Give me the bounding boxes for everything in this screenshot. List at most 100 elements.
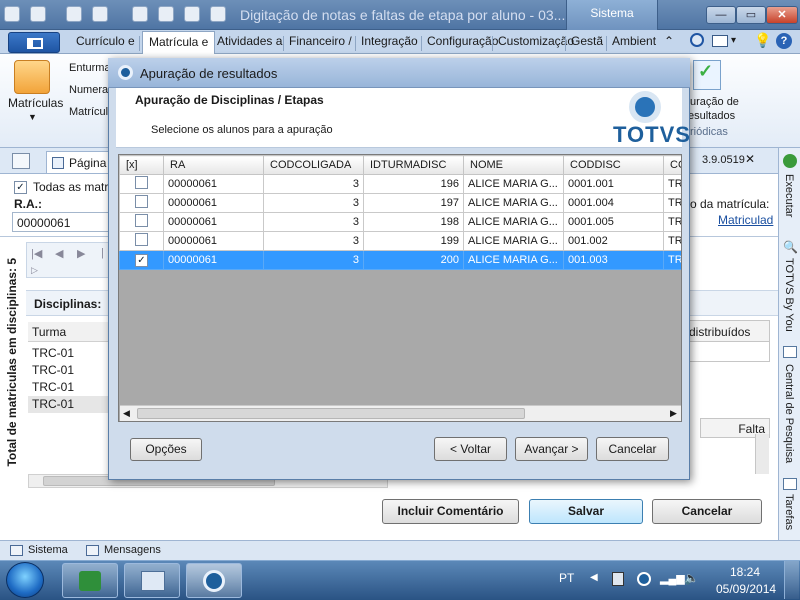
maximize-button[interactable]: ▭ — [736, 6, 766, 24]
tab-atividades[interactable]: Atividades a — [217, 34, 282, 48]
cell-coddisc[interactable]: 0001.005 — [563, 212, 664, 232]
cell-coddisc[interactable]: 0001.004 — [563, 193, 664, 213]
status-mensagens[interactable]: Mensagens — [104, 544, 161, 556]
cell-co[interactable]: TRC — [663, 212, 681, 232]
table-row[interactable]: TRC-01 — [32, 346, 74, 360]
column-header-distributed[interactable]: distribuídos — [684, 320, 770, 342]
refresh-icon[interactable] — [30, 6, 46, 22]
taskbar-app-totvs[interactable] — [186, 563, 242, 598]
volume-icon[interactable]: 🔈 — [684, 571, 699, 585]
tray-expand-icon[interactable]: ◀ — [590, 572, 598, 583]
cell-nome[interactable]: ALICE MARIA G... — [463, 193, 564, 213]
cell-nome[interactable]: ALICE MARIA G... — [463, 174, 564, 194]
table-row[interactable]: 000000613197ALICE MARIA G...0001.004TRC — [119, 193, 681, 213]
row-checkbox[interactable]: ✓ — [135, 253, 148, 267]
table-row[interactable]: TRC-01 — [32, 363, 74, 377]
chevron-down-icon[interactable]: ▼ — [28, 112, 37, 122]
tab-configuracao[interactable]: Configuração — [427, 34, 498, 48]
ra-input[interactable]: 00000061 — [12, 212, 112, 232]
column-header-select[interactable]: [x] — [119, 155, 164, 175]
cell-codcoligada[interactable]: 3 — [263, 193, 364, 213]
row-checkbox[interactable] — [135, 176, 148, 189]
cell-ra[interactable]: 00000061 — [163, 174, 264, 194]
matriculas-button[interactable]: Matrículas — [8, 96, 63, 110]
cell-ra[interactable]: 00000061 — [163, 212, 264, 232]
tray-flag-icon[interactable] — [612, 572, 624, 586]
taskbar-app-camtasia[interactable] — [62, 563, 118, 598]
cell-coddisc[interactable]: 001.003 — [563, 250, 664, 270]
cell-idturmadisc[interactable]: 199 — [363, 231, 464, 251]
sidebar-item-totvs-by-you[interactable]: TOTVS By You — [783, 258, 795, 332]
first-record-icon[interactable]: |◀ — [31, 247, 42, 260]
export-icon[interactable] — [132, 6, 148, 22]
refresh-icon[interactable] — [690, 33, 704, 47]
select-checkbox[interactable] — [119, 174, 164, 194]
help-icon[interactable] — [184, 6, 200, 22]
collapse-ribbon-icon[interactable]: ⌃ — [664, 34, 674, 48]
distributed-cell[interactable] — [684, 342, 770, 362]
next-record-icon[interactable]: ▶ — [77, 247, 85, 260]
row-checkbox[interactable] — [135, 195, 148, 208]
tab-list-icon[interactable] — [12, 153, 30, 169]
cell-ra[interactable]: 00000061 — [163, 193, 264, 213]
last-record-icon[interactable]: | — [101, 247, 104, 259]
tray-totvs-icon[interactable] — [637, 572, 651, 586]
lightbulb-icon[interactable]: 💡 — [754, 32, 771, 49]
cell-ra[interactable]: 00000061 — [163, 250, 264, 270]
chevron-down-icon[interactable]: ▾ — [731, 35, 736, 46]
cell-co[interactable]: TRC — [663, 250, 681, 270]
back-button[interactable]: < Voltar — [434, 437, 507, 461]
sidebar-item-tarefas[interactable]: Tarefas — [783, 494, 795, 530]
scroll-left-icon[interactable]: ◀ — [123, 408, 130, 419]
row-checkbox[interactable] — [135, 214, 148, 227]
network-icon[interactable]: ▂▄▆ — [660, 572, 685, 585]
ribbon-item-enturma[interactable]: Enturma — [69, 62, 111, 74]
sidebar-item-executar[interactable]: Executar — [783, 174, 795, 217]
table-row[interactable]: 000000613196ALICE MARIA G...0001.001TRC — [119, 174, 681, 194]
show-desktop-button[interactable] — [784, 561, 799, 599]
cell-co[interactable]: TRC — [663, 174, 681, 194]
table-row[interactable]: ✓ 000000613200ALICE MARIA G...001.003TRC — [119, 250, 681, 270]
tab-ambiente[interactable]: Ambient — [612, 34, 656, 48]
column-header-codcoligada[interactable]: CODCOLIGADA — [263, 155, 364, 175]
vertical-scrollbar[interactable] — [755, 434, 769, 474]
window-layout-icon[interactable] — [92, 6, 108, 22]
enrollment-link[interactable]: Matriculad — [718, 213, 773, 227]
cell-co[interactable]: TRC — [663, 231, 681, 251]
window-icon[interactable] — [712, 35, 728, 47]
scrollbar-thumb[interactable] — [137, 408, 525, 419]
clock-time[interactable]: 18:24 — [730, 565, 760, 579]
cancel-button[interactable]: Cancelar — [652, 499, 762, 524]
language-indicator[interactable]: PT — [559, 571, 574, 585]
cell-codcoligada[interactable]: 3 — [263, 212, 364, 232]
select-checkbox[interactable] — [119, 193, 164, 213]
cell-nome[interactable]: ALICE MARIA G... — [463, 250, 564, 270]
column-header-coddisc[interactable]: CODDISC — [563, 155, 664, 175]
save-button[interactable]: Salvar — [529, 499, 643, 524]
cell-co[interactable]: TRC — [663, 193, 681, 213]
all-enrollments-checkbox[interactable]: ✓ — [14, 181, 27, 194]
select-checkbox[interactable] — [119, 231, 164, 251]
column-header-turma[interactable]: Turma — [28, 322, 108, 342]
start-button[interactable] — [6, 562, 44, 598]
app-menu-icon[interactable] — [4, 6, 20, 22]
expand-icon[interactable]: ▷ — [31, 265, 38, 276]
help-icon[interactable]: ? — [776, 33, 792, 49]
cell-idturmadisc[interactable]: 197 — [363, 193, 464, 213]
table-row[interactable]: TRC-01 — [28, 396, 108, 413]
column-header-co[interactable]: CO — [663, 155, 681, 175]
next-button[interactable]: Avançar > — [515, 437, 588, 461]
system-tab[interactable]: Sistema — [566, 0, 658, 30]
cell-nome[interactable]: ALICE MARIA G... — [463, 212, 564, 232]
cell-idturmadisc[interactable]: 198 — [363, 212, 464, 232]
grid-horizontal-scrollbar[interactable]: ◀ ▶ — [120, 405, 681, 421]
column-header-idturmadisc[interactable]: IDTURMADISC — [363, 155, 464, 175]
cell-ra[interactable]: 00000061 — [163, 231, 264, 251]
clock-date[interactable]: 05/09/2014 — [716, 582, 776, 596]
cell-coddisc[interactable]: 0001.001 — [563, 174, 664, 194]
tab-customizacao[interactable]: Customização — [498, 34, 574, 48]
sidebar-item-central-pesquisa[interactable]: Central de Pesquisa — [783, 364, 795, 463]
cell-idturmadisc[interactable]: 196 — [363, 174, 464, 194]
close-button[interactable]: ✕ — [766, 6, 798, 24]
include-comment-button[interactable]: Incluir Comentário — [382, 499, 519, 524]
